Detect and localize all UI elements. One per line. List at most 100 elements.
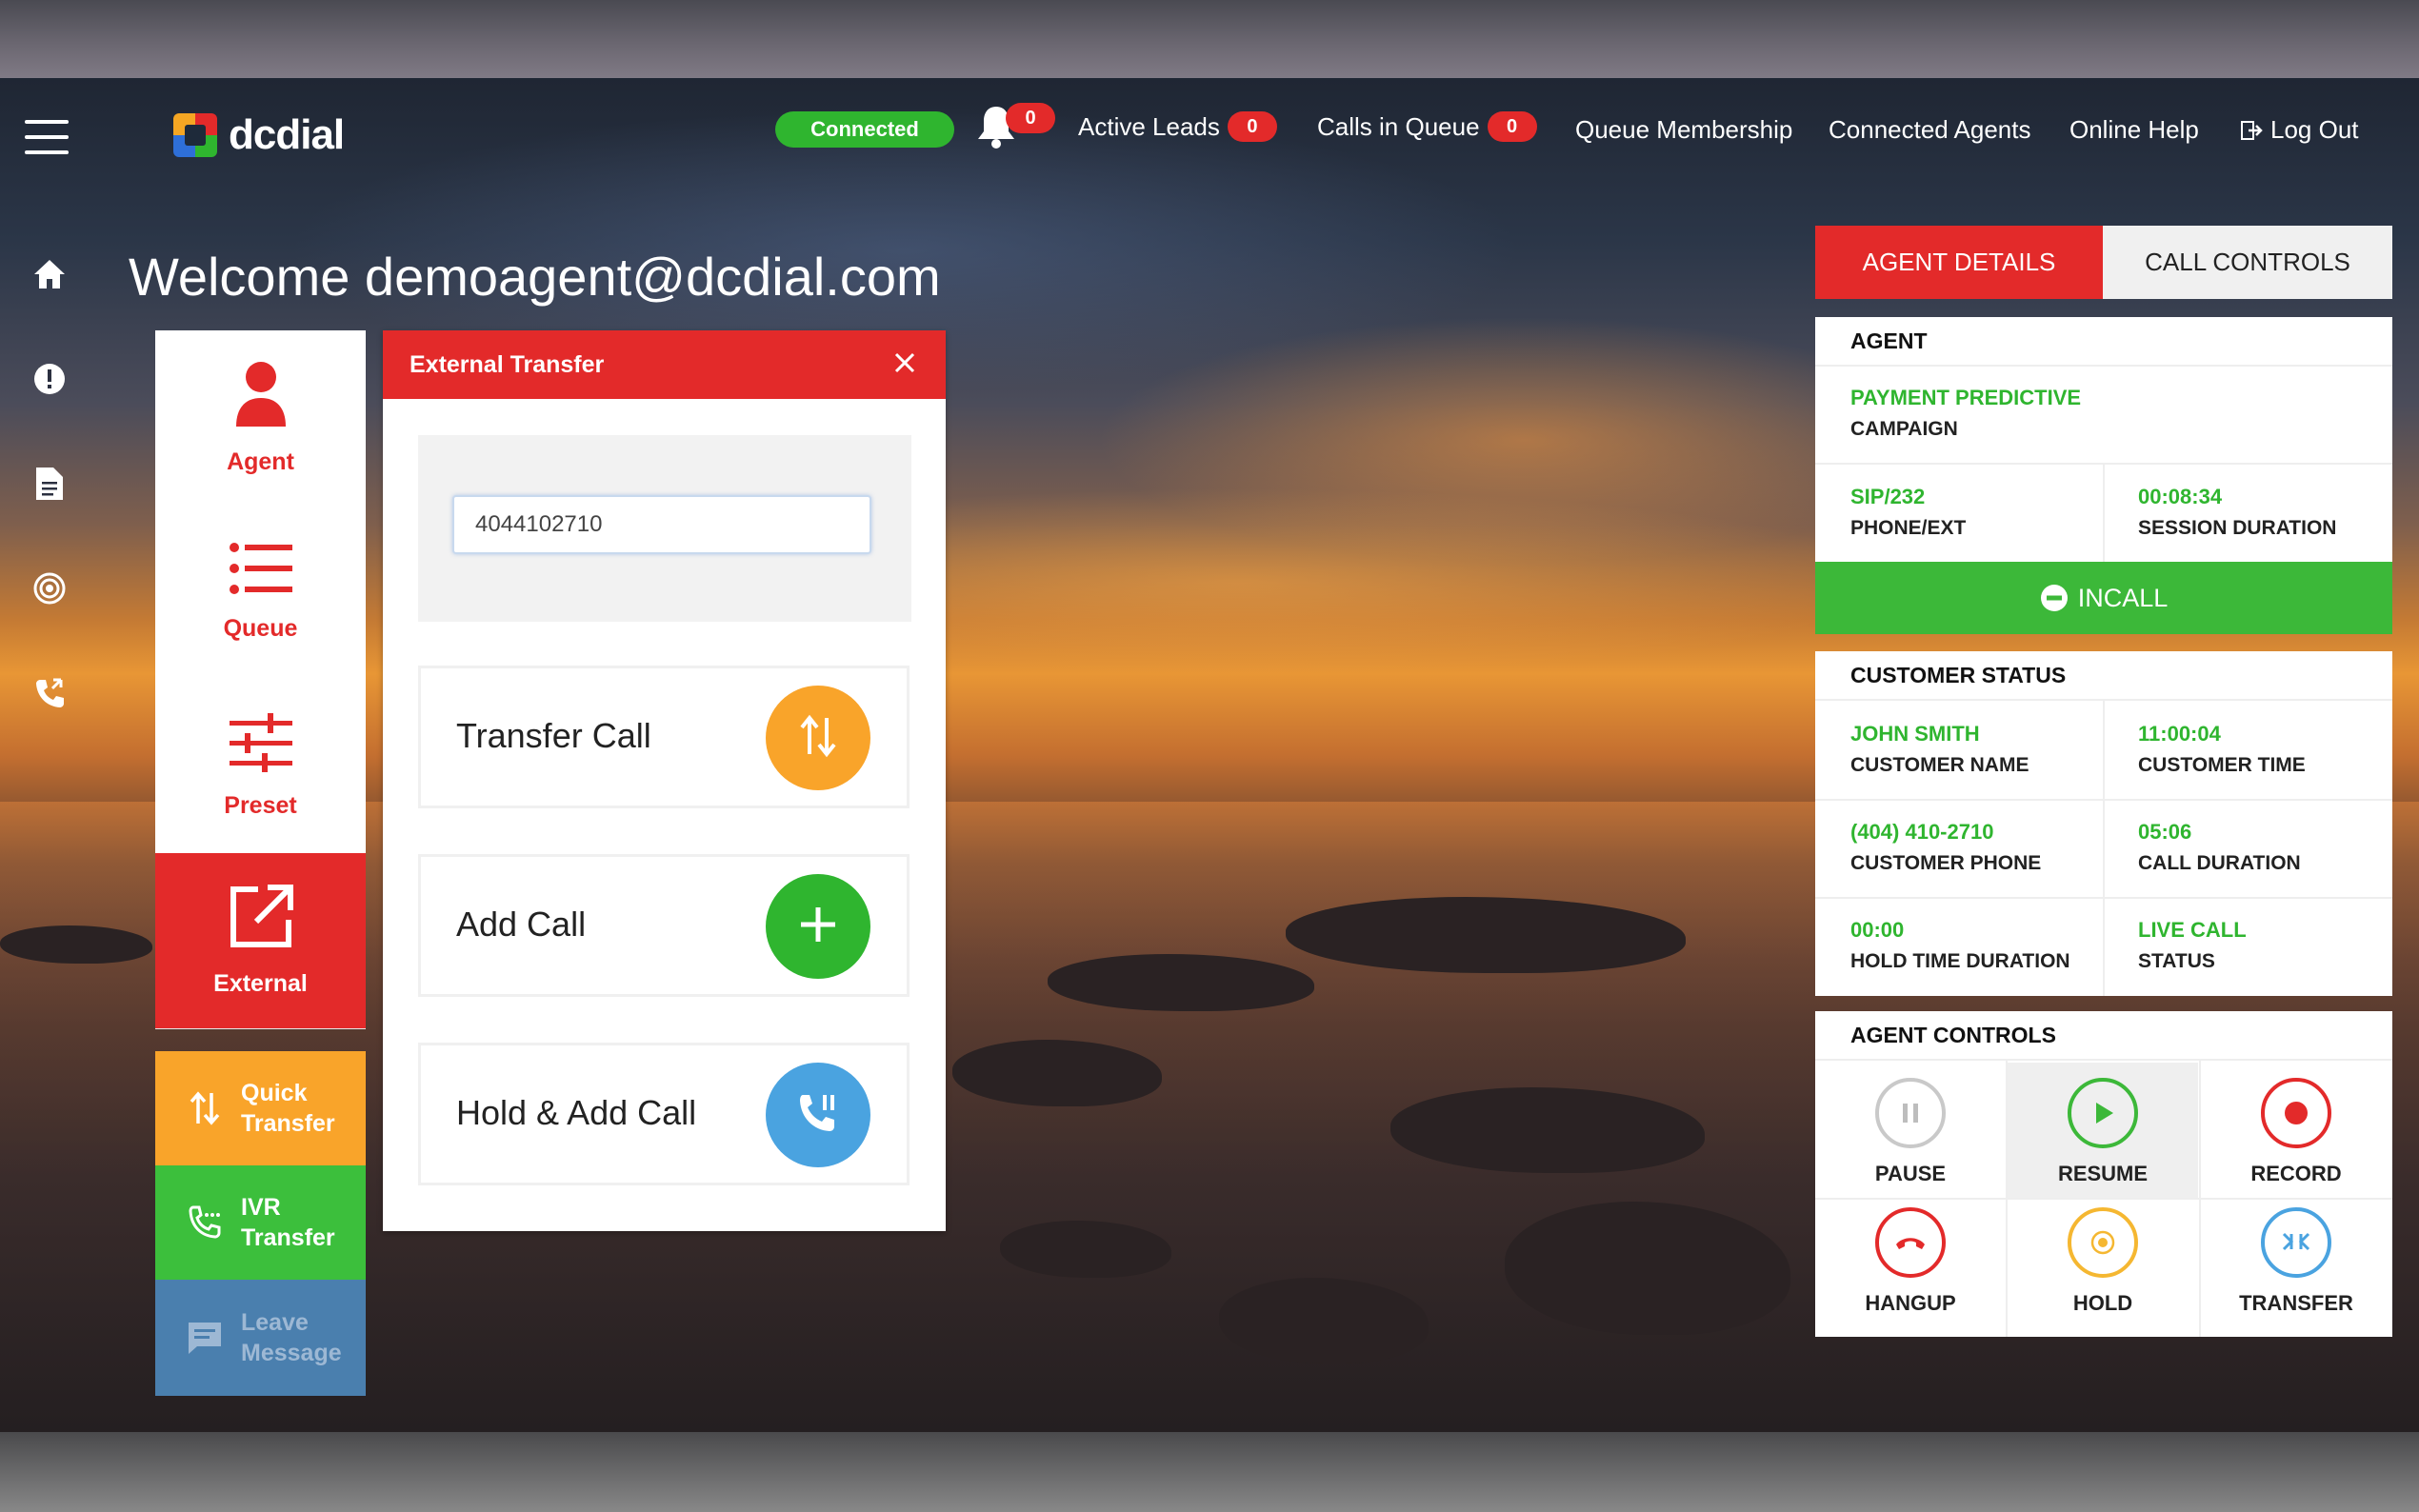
logout-icon xyxy=(2240,119,2263,142)
menu-ivr-transfer-label: IVR Transfer xyxy=(241,1193,335,1252)
session-duration-label: SESSION DURATION xyxy=(2138,517,2337,539)
transfer-call-button[interactable] xyxy=(766,686,870,790)
agent-icon xyxy=(232,360,290,435)
queue-membership-link[interactable]: Queue Membership xyxy=(1575,115,1792,145)
active-leads-link[interactable]: Active Leads 0 xyxy=(1078,111,1277,142)
pause-icon xyxy=(1875,1078,1946,1148)
pause-button[interactable]: PAUSE xyxy=(1815,1063,2006,1198)
menu-preset-label: Preset xyxy=(224,791,297,819)
hold-time-value: 00:00 xyxy=(1850,918,1905,942)
target-icon[interactable] xyxy=(30,569,69,607)
external-transfer-panel: External Transfer Transfer Call Add Call… xyxy=(383,330,946,1231)
phone-ext-cell: SIP/232 PHONE/EXT xyxy=(1815,485,2103,540)
incall-status-button[interactable]: INCALL xyxy=(1815,562,2392,634)
tab-agent-details[interactable]: AGENT DETAILS xyxy=(1815,226,2103,299)
calls-in-queue-link[interactable]: Calls in Queue 0 xyxy=(1317,111,1537,142)
record-button[interactable]: RECORD xyxy=(2201,1063,2391,1198)
customer-phone-value: (404) 410-2710 xyxy=(1850,820,1994,844)
close-icon[interactable] xyxy=(888,346,922,380)
menu-preset[interactable]: Preset xyxy=(155,679,366,854)
customer-name-value: JOHN SMITH xyxy=(1850,722,1980,746)
add-call-card: Add Call xyxy=(418,854,910,997)
customer-time-cell: 11:00:04 CUSTOMER TIME xyxy=(2103,722,2392,777)
logout-label: Log Out xyxy=(2270,115,2359,144)
hold-add-call-card: Hold & Add Call xyxy=(418,1043,910,1185)
resume-button[interactable]: RESUME xyxy=(2008,1063,2198,1198)
call-duration-value: 05:06 xyxy=(2138,820,2192,844)
calls-in-queue-count-badge: 0 xyxy=(1487,111,1537,142)
customer-status-card: CUSTOMER STATUS JOHN SMITH CUSTOMER NAME… xyxy=(1815,651,2392,996)
add-call-label: Add Call xyxy=(456,905,587,944)
external-link-icon xyxy=(228,884,294,957)
active-leads-count-badge: 0 xyxy=(1227,111,1277,142)
campaign-value: PAYMENT PREDICTIVE xyxy=(1850,386,2082,409)
agent-card: AGENT PAYMENT PREDICTIVE CAMPAIGN SIP/23… xyxy=(1815,317,2392,562)
menu-agent-label: Agent xyxy=(227,448,294,475)
resume-label: RESUME xyxy=(2057,1162,2149,1185)
external-transfer-title: External Transfer xyxy=(410,351,605,378)
record-icon xyxy=(2261,1078,2331,1148)
active-leads-label: Active Leads xyxy=(1078,111,1220,141)
logout-link[interactable]: Log Out xyxy=(2240,115,2359,145)
pause-label: PAUSE xyxy=(1874,1162,1947,1185)
sliders-icon xyxy=(229,712,292,779)
phone-pause-icon xyxy=(794,1089,842,1142)
transfer-call-label: Transfer Call xyxy=(456,716,651,755)
plus-icon xyxy=(797,904,839,950)
logo[interactable]: dcdial xyxy=(173,107,345,164)
swap-arrows-icon xyxy=(176,1089,233,1127)
menu-external-label: External xyxy=(213,970,308,997)
menu-leave-message[interactable]: Leave Message xyxy=(155,1280,366,1396)
document-icon[interactable] xyxy=(30,465,69,503)
session-duration-cell: 00:08:34 SESSION DURATION xyxy=(2103,485,2392,540)
incall-label: INCALL xyxy=(2077,583,2169,612)
menu-external[interactable]: External xyxy=(155,853,366,1029)
hold-time-label: HOLD TIME DURATION xyxy=(1850,950,2070,972)
customer-phone-label: CUSTOMER PHONE xyxy=(1850,852,2042,874)
phone-ext-label: PHONE/EXT xyxy=(1850,517,1967,539)
home-icon[interactable] xyxy=(30,255,69,293)
logo-mark-icon xyxy=(173,113,217,157)
agent-heading: AGENT xyxy=(1815,317,2392,367)
online-help-link[interactable]: Online Help xyxy=(2069,115,2199,145)
session-duration-value: 00:08:34 xyxy=(2138,485,2223,508)
customer-time-value: 11:00:04 xyxy=(2138,722,2221,746)
notifications-count-badge: 0 xyxy=(1006,103,1055,133)
menu-agent[interactable]: Agent xyxy=(155,330,366,506)
welcome-message: Welcome demoagent@dcdial.com xyxy=(129,247,941,307)
hangup-button[interactable]: HANGUP xyxy=(1815,1200,2006,1335)
alert-icon[interactable] xyxy=(30,360,69,398)
record-label: RECORD xyxy=(2250,1162,2342,1185)
play-icon xyxy=(2068,1078,2138,1148)
hold-button[interactable]: HOLD xyxy=(2008,1200,2198,1335)
phone-number-input[interactable] xyxy=(452,495,871,554)
phone-incoming-icon xyxy=(176,1204,233,1242)
campaign-cell: PAYMENT PREDICTIVE CAMPAIGN xyxy=(1815,386,2392,441)
list-icon xyxy=(229,542,292,602)
menu-ivr-transfer[interactable]: IVR Transfer xyxy=(155,1165,366,1280)
transfer-button[interactable]: TRANSFER xyxy=(2201,1200,2391,1335)
swap-arrows-icon xyxy=(797,712,839,765)
customer-phone-cell: (404) 410-2710 CUSTOMER PHONE xyxy=(1815,820,2103,875)
customer-time-label: CUSTOMER TIME xyxy=(2138,754,2306,776)
tab-call-controls[interactable]: CALL CONTROLS xyxy=(2103,226,2392,299)
call-duration-label: CALL DURATION xyxy=(2138,852,2301,874)
hangup-label: HANGUP xyxy=(1865,1291,1956,1315)
hangup-icon xyxy=(1875,1207,1946,1278)
add-call-button[interactable] xyxy=(766,874,870,979)
call-status-value: LIVE CALL xyxy=(2138,918,2247,942)
menu-quick-transfer-label: Quick Transfer xyxy=(241,1079,335,1138)
hamburger-menu-icon[interactable] xyxy=(25,120,69,154)
hold-label: HOLD xyxy=(2072,1291,2133,1315)
connected-agents-link[interactable]: Connected Agents xyxy=(1829,115,2031,145)
agent-controls-heading: AGENT CONTROLS xyxy=(1815,1011,2392,1061)
connection-status-badge: Connected xyxy=(775,111,954,148)
phone-transfer-icon[interactable] xyxy=(30,674,69,712)
call-duration-cell: 05:06 CALL DURATION xyxy=(2103,820,2392,875)
hold-add-call-button[interactable] xyxy=(766,1063,870,1167)
menu-quick-transfer[interactable]: Quick Transfer xyxy=(155,1051,366,1165)
phone-ext-value: SIP/232 xyxy=(1850,485,1926,508)
customer-name-cell: JOHN SMITH CUSTOMER NAME xyxy=(1815,722,2103,777)
menu-queue[interactable]: Queue xyxy=(155,505,366,680)
phone-input-container xyxy=(418,435,911,622)
